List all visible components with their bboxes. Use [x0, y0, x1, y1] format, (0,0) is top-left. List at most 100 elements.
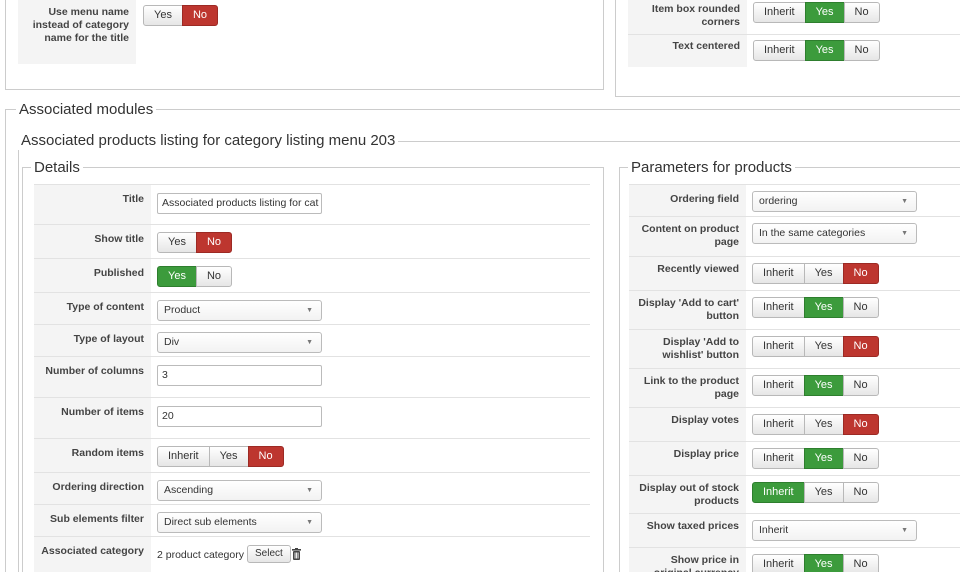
type-layout-select[interactable]: Div ▼ [157, 332, 322, 353]
show-title-yes-button[interactable]: Yes [157, 232, 197, 253]
link-yes-button[interactable]: Yes [803, 375, 844, 396]
recently-viewed-row: Recently viewed Inherit Yes No [629, 256, 960, 290]
assoc-category-row: Associated category 2 product category S… [34, 536, 590, 572]
votes-yes-button[interactable]: Yes [803, 414, 844, 435]
sub-filter-value: Direct sub elements [164, 516, 257, 528]
centered-inherit-button[interactable]: Inherit [753, 40, 806, 61]
menu-name-row: Use menu name instead of category name f… [18, 0, 288, 64]
orig-no-button[interactable]: No [842, 554, 879, 572]
add-to-cart-row: Display 'Add to cart' button Inherit Yes… [629, 290, 960, 329]
recently-inherit-button[interactable]: Inherit [752, 263, 805, 284]
stock-inherit-button[interactable]: Inherit [752, 482, 805, 503]
published-toggle: Yes No [157, 266, 233, 287]
price-yes-button[interactable]: Yes [803, 448, 844, 469]
content-page-value: In the same categories [759, 227, 866, 239]
sub-filter-label: Sub elements filter [34, 505, 151, 536]
params-table: Ordering field ordering ▼ Content on prod… [629, 184, 960, 572]
price-inherit-button[interactable]: Inherit [752, 448, 805, 469]
title-input[interactable]: Associated products listing for cat [157, 193, 322, 214]
display-price-toggle: Inherit Yes No [752, 448, 879, 469]
type-content-select[interactable]: Product ▼ [157, 300, 322, 321]
rounded-inherit-button[interactable]: Inherit [753, 2, 806, 23]
sub-filter-select[interactable]: Direct sub elements ▼ [157, 512, 322, 533]
votes-inherit-button[interactable]: Inherit [752, 414, 805, 435]
random-items-toggle: Inherit Yes No [157, 446, 284, 467]
orig-inherit-button[interactable]: Inherit [752, 554, 805, 572]
votes-no-button[interactable]: No [842, 414, 879, 435]
recently-yes-button[interactable]: Yes [803, 263, 844, 284]
rounded-no-button[interactable]: No [843, 2, 880, 23]
menu-name-yes-button[interactable]: Yes [143, 5, 183, 26]
recently-viewed-label: Recently viewed [629, 257, 746, 290]
rounded-yes-button[interactable]: Yes [804, 2, 845, 23]
taxed-prices-select[interactable]: Inherit ▼ [752, 520, 917, 541]
centered-no-button[interactable]: No [843, 40, 880, 61]
ordering-direction-row: Ordering direction Ascending ▼ [34, 472, 590, 504]
show-title-row: Show title Yes No [34, 224, 590, 258]
module-legend: Associated products listing for category… [18, 132, 399, 150]
random-items-row: Random items Inherit Yes No [34, 438, 590, 472]
display-price-row: Display price Inherit Yes No [629, 441, 960, 475]
content-page-row: Content on product page In the same cate… [629, 216, 960, 256]
show-title-toggle: Yes No [157, 232, 233, 253]
display-price-label: Display price [629, 442, 746, 475]
out-of-stock-label: Display out of stock products [629, 476, 746, 513]
params-legend: Parameters for products [628, 159, 795, 177]
title-row: Title Associated products listing for ca… [34, 184, 590, 224]
num-columns-input[interactable]: 3 [157, 365, 322, 386]
chevron-down-icon: ▼ [306, 487, 313, 494]
random-inherit-button[interactable]: Inherit [157, 446, 210, 467]
type-content-value: Product [164, 304, 201, 316]
original-currency-label: Show price in original currency [629, 548, 746, 572]
type-content-row: Type of content Product ▼ [34, 292, 590, 324]
taxed-prices-label: Show taxed prices [629, 514, 746, 547]
ordering-direction-select[interactable]: Ascending ▼ [157, 480, 322, 501]
cart-yes-button[interactable]: Yes [803, 297, 844, 318]
cart-no-button[interactable]: No [842, 297, 879, 318]
ordering-field-select[interactable]: ordering ▼ [752, 191, 917, 212]
select-category-button[interactable]: Select [247, 545, 291, 563]
taxed-prices-value: Inherit [759, 524, 789, 536]
published-label: Published [34, 259, 151, 292]
ordering-field-value: ordering [759, 195, 798, 207]
link-product-toggle: Inherit Yes No [752, 375, 879, 396]
link-no-button[interactable]: No [842, 375, 879, 396]
display-votes-toggle: Inherit Yes No [752, 414, 879, 435]
menu-name-no-button[interactable]: No [181, 5, 219, 26]
trash-icon[interactable] [292, 548, 301, 560]
num-columns-row: Number of columns 3 [34, 356, 590, 397]
link-inherit-button[interactable]: Inherit [752, 375, 805, 396]
title-label: Title [34, 185, 151, 224]
wishlist-yes-button[interactable]: Yes [803, 336, 844, 357]
content-page-select[interactable]: In the same categories ▼ [752, 223, 917, 244]
num-items-input[interactable]: 20 [157, 406, 322, 427]
add-to-cart-toggle: Inherit Yes No [752, 297, 879, 318]
orig-yes-button[interactable]: Yes [803, 554, 844, 572]
published-no-button[interactable]: No [195, 266, 233, 287]
random-yes-button[interactable]: Yes [208, 446, 249, 467]
wishlist-no-button[interactable]: No [842, 336, 879, 357]
recently-no-button[interactable]: No [842, 263, 879, 284]
stock-yes-button[interactable]: Yes [803, 482, 844, 503]
price-no-button[interactable]: No [842, 448, 879, 469]
published-yes-button[interactable]: Yes [157, 266, 197, 287]
display-votes-label: Display votes [629, 408, 746, 441]
show-title-no-button[interactable]: No [195, 232, 233, 253]
taxed-prices-row: Show taxed prices Inherit ▼ [629, 513, 960, 547]
ordering-direction-value: Ascending [164, 484, 214, 496]
num-items-row: Number of items 20 [34, 397, 590, 438]
add-to-wishlist-label: Display 'Add to wishlist' button [629, 330, 746, 368]
random-no-button[interactable]: No [247, 446, 284, 467]
cart-inherit-button[interactable]: Inherit [752, 297, 805, 318]
display-votes-row: Display votes Inherit Yes No [629, 407, 960, 441]
wishlist-inherit-button[interactable]: Inherit [752, 336, 805, 357]
ordering-field-label: Ordering field [629, 185, 746, 216]
content-page-label: Content on product page [629, 217, 746, 256]
assoc-category-value: 2 product category [157, 549, 244, 561]
rounded-corners-label: Item box rounded corners [628, 0, 747, 34]
centered-yes-button[interactable]: Yes [804, 40, 845, 61]
top-right-panel: Item box rounded corners Inherit Yes No … [615, 0, 960, 97]
stock-no-button[interactable]: No [842, 482, 879, 503]
type-content-label: Type of content [34, 293, 151, 324]
text-centered-toggle: Inherit Yes No [753, 40, 880, 61]
